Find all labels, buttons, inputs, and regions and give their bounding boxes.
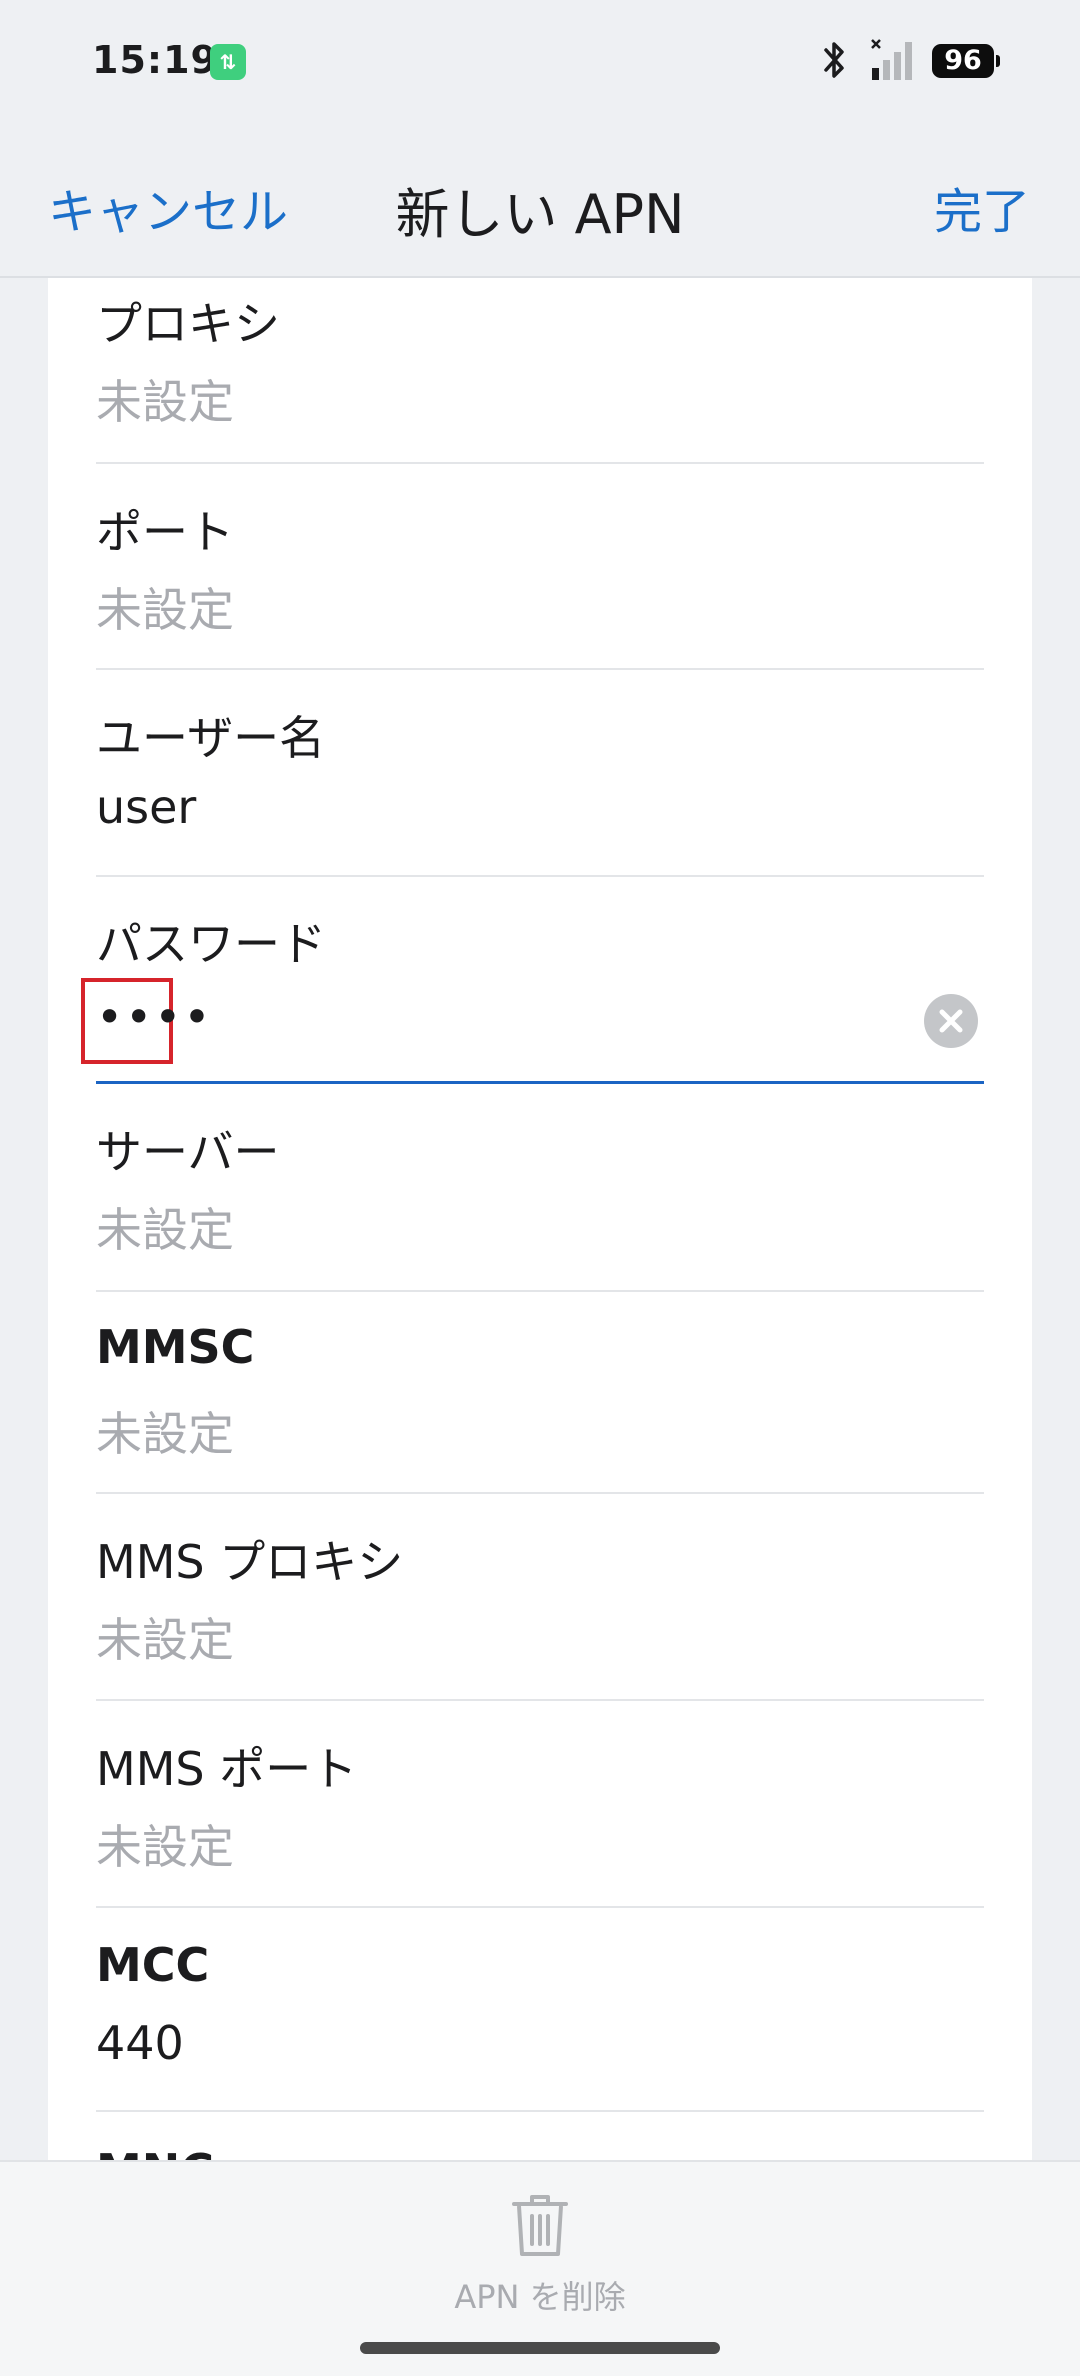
apn-settings-form: プロキシ 未設定 ポート 未設定 ユーザー名 user パスワード •••• サ… [48, 278, 1032, 2160]
done-button[interactable]: 完了 [934, 172, 1030, 242]
password-focus-underline [96, 1081, 984, 1084]
home-indicator[interactable] [360, 2342, 720, 2354]
divider [96, 875, 984, 877]
clear-text-button[interactable] [924, 994, 978, 1048]
proxy-label: プロキシ [96, 297, 280, 351]
top-navigation-bar: キャンセル 新しい APN 完了 [0, 120, 1080, 276]
divider [96, 668, 984, 670]
mms-port-label: MMS ポート [96, 1742, 358, 1796]
delete-apn-button[interactable]: APN を削除 [0, 2272, 1080, 2318]
bottom-action-bar: APN を削除 [0, 2160, 1080, 2376]
status-bar: 15:19 ⇅ 96 [0, 0, 1080, 120]
signal-strength-icon [871, 39, 912, 80]
server-field[interactable]: 未設定 [96, 1194, 234, 1260]
password-label: パスワード [96, 917, 326, 971]
divider [96, 1699, 984, 1701]
divider [96, 1290, 984, 1292]
mcc-label: MCC [96, 1938, 210, 1992]
page-title: 新しい APN [395, 183, 685, 246]
server-label: サーバー [96, 1125, 280, 1179]
port-field[interactable]: 未設定 [96, 574, 234, 640]
password-value: •••• [96, 990, 213, 1044]
mmsc-field[interactable]: 未設定 [96, 1398, 234, 1464]
trash-icon[interactable] [510, 2192, 570, 2258]
mms-port-field[interactable]: 未設定 [96, 1811, 234, 1877]
mms-proxy-label: MMS プロキシ [96, 1535, 404, 1589]
mnc-label: MNC [96, 2144, 214, 2160]
mmsc-label: MMSC [96, 1320, 255, 1374]
username-field[interactable]: user [96, 780, 196, 834]
network-activity-icon: ⇅ [210, 44, 246, 80]
bluetooth-icon [824, 42, 844, 78]
password-field[interactable]: •••• [81, 978, 984, 1098]
divider [96, 1492, 984, 1494]
port-label: ポート [96, 505, 234, 559]
battery-icon: 96 [932, 44, 1000, 78]
mms-proxy-field[interactable]: 未設定 [96, 1604, 234, 1670]
divider [96, 2110, 984, 2112]
divider [96, 1906, 984, 1908]
username-label: ユーザー名 [96, 711, 326, 765]
close-icon [939, 1009, 963, 1033]
mcc-field[interactable]: 440 [96, 2016, 184, 2070]
divider [96, 462, 984, 464]
proxy-field[interactable]: 未設定 [96, 366, 234, 432]
status-time: 15:19 [92, 38, 218, 82]
